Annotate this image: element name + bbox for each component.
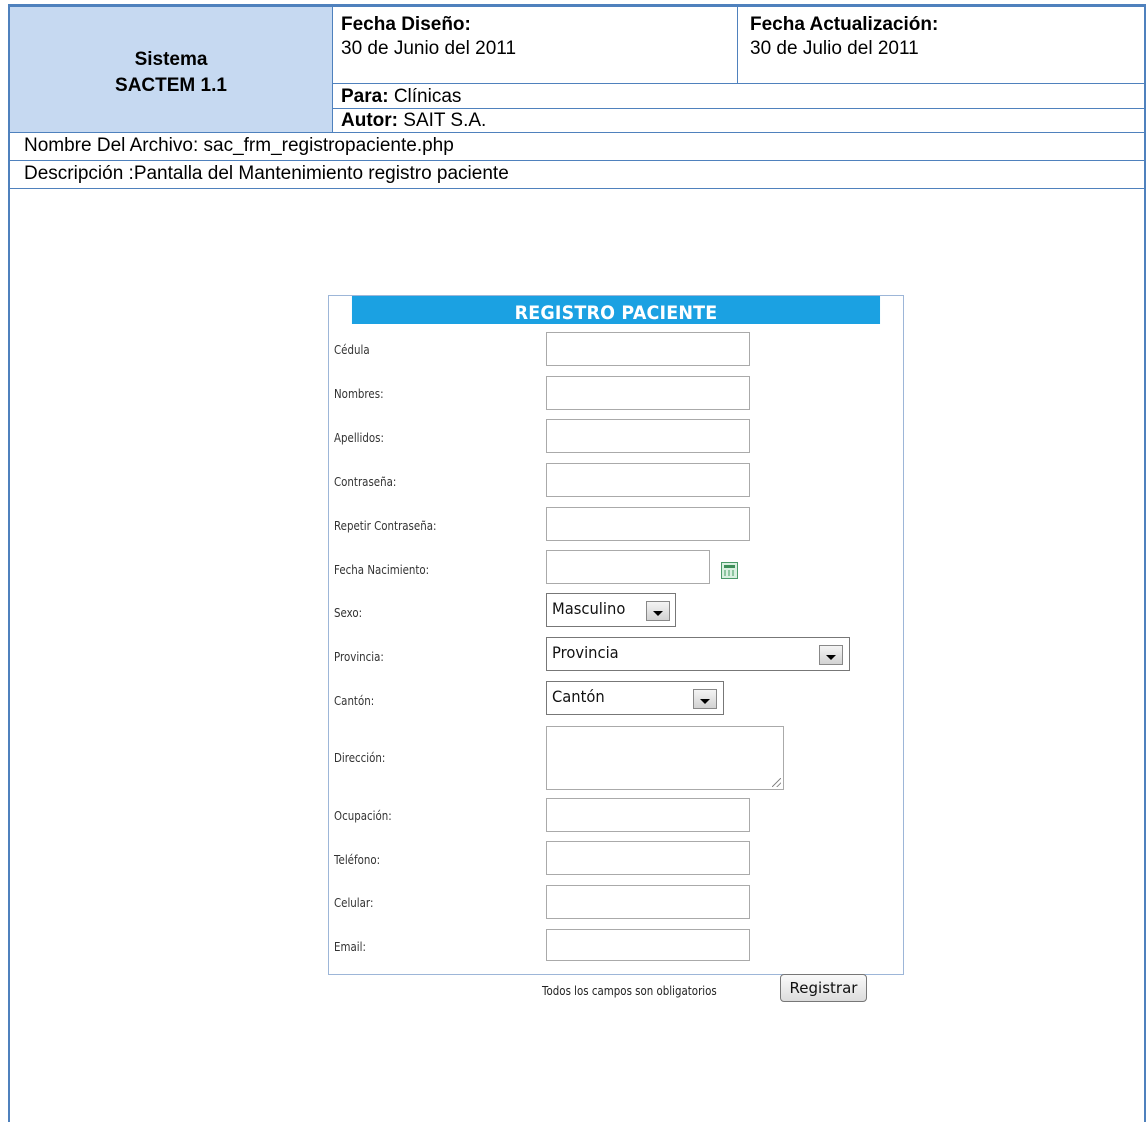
system-label: Sistema xyxy=(134,48,208,70)
nombres-label: Nombres: xyxy=(334,386,384,401)
author-cell: Autor: SAIT S.A. xyxy=(333,109,1146,133)
author-label: Autor: xyxy=(341,110,398,131)
system-name: SACTEM 1.1 xyxy=(115,74,227,96)
nombres-input[interactable] xyxy=(546,376,750,410)
provincia-label: Provincia: xyxy=(334,649,384,664)
repetir-contrasena-label: Repetir Contraseña: xyxy=(334,518,437,533)
chevron-down-icon[interactable] xyxy=(819,645,843,665)
cedula-input[interactable] xyxy=(546,332,750,366)
registrar-button[interactable]: Registrar xyxy=(780,974,867,1002)
sexo-label: Sexo: xyxy=(334,605,363,620)
cedula-label: Cédula xyxy=(334,342,370,357)
chevron-down-icon[interactable] xyxy=(646,601,670,621)
email-input[interactable] xyxy=(546,929,750,961)
sexo-selected-value: Masculino xyxy=(552,599,626,618)
design-date-label: Fecha Diseño: xyxy=(341,14,471,35)
provincia-select[interactable]: Provincia xyxy=(546,637,850,671)
file-name: Nombre Del Archivo: sac_frm_registropaci… xyxy=(24,135,454,156)
contrasena-input[interactable] xyxy=(546,463,750,497)
resize-grip-icon[interactable] xyxy=(772,778,781,787)
contrasena-label: Contraseña: xyxy=(334,474,397,489)
apellidos-label: Apellidos: xyxy=(334,430,384,445)
document-header: Sistema SACTEM 1.1 Fecha Diseño: 30 de J… xyxy=(8,4,1146,133)
celular-input[interactable] xyxy=(546,885,750,919)
email-label: Email: xyxy=(334,939,366,954)
telefono-label: Teléfono: xyxy=(334,852,381,867)
direccion-textarea[interactable] xyxy=(546,726,784,790)
provincia-selected-value: Provincia xyxy=(552,643,619,662)
update-date-cell: Fecha Actualización: 30 de Julio del 201… xyxy=(738,7,1146,84)
sexo-select[interactable]: Masculino xyxy=(546,593,676,627)
canton-selected-value: Cantón xyxy=(552,687,605,706)
design-date-cell: Fecha Diseño: 30 de Junio del 2011 xyxy=(333,7,738,84)
repetir-contrasena-input[interactable] xyxy=(546,507,750,541)
canton-label: Cantón: xyxy=(334,693,375,708)
calendar-icon[interactable] xyxy=(721,562,738,579)
registro-paciente-form: REGISTRO PACIENTE Cédula Nombres: Apelli… xyxy=(328,295,904,1002)
description: Descripción :Pantalla del Mantenimiento … xyxy=(24,163,509,184)
for-label: Para: xyxy=(341,86,389,107)
ocupacion-input[interactable] xyxy=(546,798,750,832)
telefono-input[interactable] xyxy=(546,841,750,875)
canton-select[interactable]: Cantón xyxy=(546,681,724,715)
required-fields-note: Todos los campos son obligatorios xyxy=(542,983,717,998)
celular-label: Celular: xyxy=(334,895,374,910)
for-value: Clínicas xyxy=(393,86,462,107)
update-date-value: 30 de Julio del 2011 xyxy=(750,38,919,59)
apellidos-input[interactable] xyxy=(546,419,750,453)
ocupacion-label: Ocupación: xyxy=(334,808,392,823)
update-date-label: Fecha Actualización: xyxy=(750,14,939,35)
chevron-down-icon[interactable] xyxy=(693,689,717,709)
form-title: REGISTRO PACIENTE xyxy=(351,296,881,324)
author-value: SAIT S.A. xyxy=(403,110,487,131)
fecha-nacimiento-input[interactable] xyxy=(546,550,710,584)
description-row: Descripción :Pantalla del Mantenimiento … xyxy=(8,161,1146,189)
for-cell: Para: Clínicas xyxy=(333,84,1146,109)
fecha-nacimiento-label: Fecha Nacimiento: xyxy=(334,562,430,577)
file-name-row: Nombre Del Archivo: sac_frm_registropaci… xyxy=(8,133,1146,161)
design-date-value: 30 de Junio del 2011 xyxy=(341,38,517,59)
direccion-label: Dirección: xyxy=(334,750,386,765)
system-cell: Sistema SACTEM 1.1 xyxy=(8,7,333,133)
